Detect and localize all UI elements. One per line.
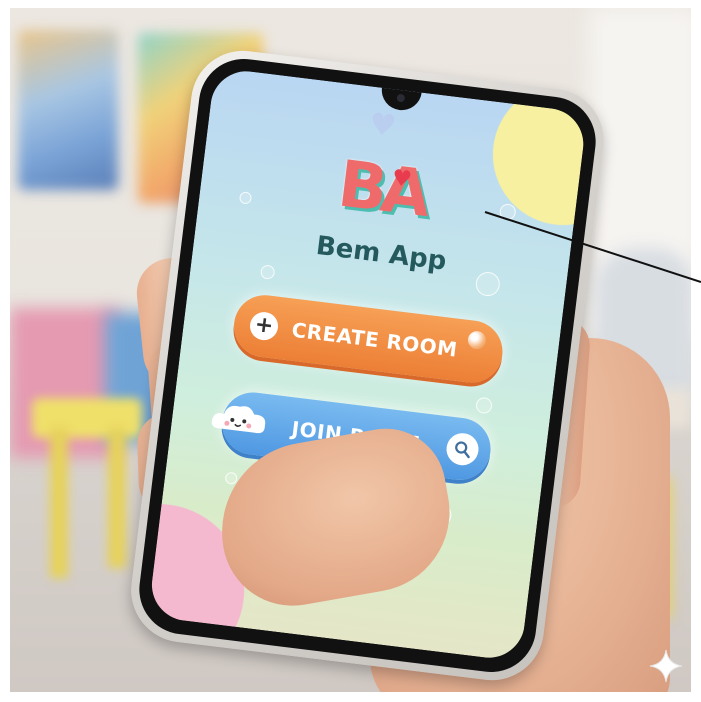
logo-lettering: BA [334,146,429,231]
logo-heart-icon: ♥ [390,165,414,193]
front-camera [395,93,405,103]
bubble-decoration [498,203,517,221]
bubble-decoration [475,396,493,415]
yellow-stool-leg [50,428,68,578]
photo-background: ♥ BA ♥ Bem App + CREATE ROOM [10,8,691,692]
cloud-icon [211,405,266,434]
app-logo: BA ♥ [322,140,442,238]
gloss-bubble-icon [466,330,487,351]
magnifier-glyph [455,441,470,459]
bubble-decoration [259,264,276,280]
sparkle-icon [649,649,683,683]
create-room-button[interactable]: + CREATE ROOM [230,291,507,387]
create-room-label: CREATE ROOM [290,317,459,362]
yellow-stool-leg [108,428,126,568]
heart-outline-icon: ♥ [367,106,399,145]
plus-icon: + [248,310,280,342]
search-icon[interactable] [444,431,481,468]
bubble-decoration [238,191,253,205]
wall-art-left [18,30,118,190]
